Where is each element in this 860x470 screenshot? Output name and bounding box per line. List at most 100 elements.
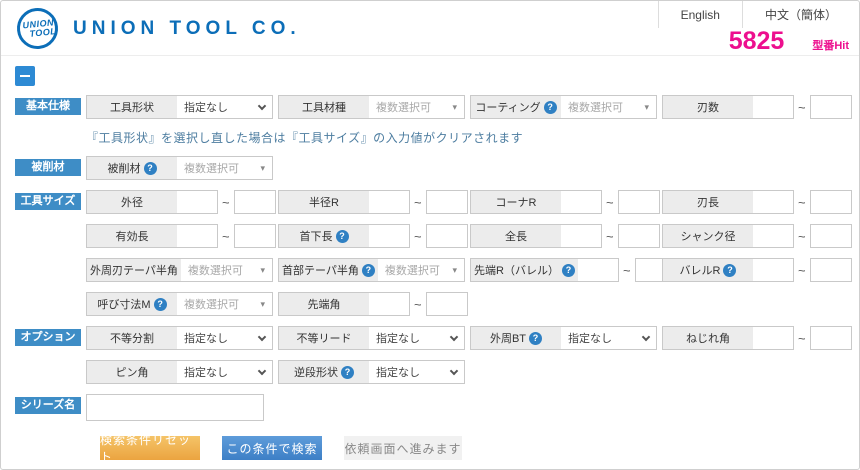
flute-length-max-input[interactable] xyxy=(810,190,852,214)
section-series-name: シリーズ名 xyxy=(15,394,851,421)
help-icon[interactable]: ? xyxy=(144,162,157,175)
under-neck-length-max-input[interactable] xyxy=(426,224,468,248)
outer-diameter-min-input[interactable] xyxy=(177,191,217,213)
field-label-text: 不等分割 xyxy=(110,330,154,346)
search-form: 基本仕様工具形状指定なし工具材種複数選択可▾コーティング?複数選択可▾刃数~『工… xyxy=(1,56,859,460)
nominal-size-m-dropdown[interactable]: 複数選択可▾ xyxy=(177,293,272,315)
tool-shape-dropdown[interactable]: 指定なし xyxy=(177,96,272,118)
field-under-neck-length: 首下長?~ xyxy=(278,224,470,248)
field-shank-diameter: シャンク径~ xyxy=(662,224,854,248)
peripheral-bt-label: 外周BT? xyxy=(471,327,561,349)
tip-r-barrel-min-input[interactable] xyxy=(578,259,618,281)
coating-value: 複数選択可 xyxy=(568,99,623,115)
helix-angle-min-input[interactable] xyxy=(753,327,793,349)
dropdown-arrow-icon: ▾ xyxy=(644,103,649,112)
field-label-text: 逆段形状 xyxy=(294,364,338,380)
helix-angle-max-input[interactable] xyxy=(810,326,852,350)
form-row: 有効長~首下長?~全長~シャンク径~ xyxy=(86,224,854,248)
chevron-down-icon xyxy=(258,366,266,374)
effective-length-max-input[interactable] xyxy=(234,224,276,248)
dropdown-arrow-icon: ▾ xyxy=(452,266,457,275)
search-button[interactable]: この条件で検索 xyxy=(222,436,322,460)
effective-length-min-input[interactable] xyxy=(177,225,217,247)
range-tilde: ~ xyxy=(414,195,422,210)
point-angle-max-input[interactable] xyxy=(426,292,468,316)
tool-material-dropdown[interactable]: 複数選択可▾ xyxy=(369,96,464,118)
radius-r-label: 半径R xyxy=(279,191,369,213)
flute-count-label: 刃数 xyxy=(663,96,753,118)
corner-r-min-input[interactable] xyxy=(561,191,601,213)
under-neck-length-label: 首下長? xyxy=(279,225,369,247)
unequal-division-dropdown[interactable]: 指定なし xyxy=(177,327,272,349)
field-label-text: 首下長 xyxy=(300,228,333,244)
field-barrel-r: バレルR?~ xyxy=(662,258,854,282)
logo[interactable]: UNION TOOL UNION TOOL CO. xyxy=(17,8,301,49)
field-label-text: 外周刃テーパ半角 xyxy=(90,262,178,278)
header: UNION TOOL UNION TOOL CO. English 中文（簡体）… xyxy=(1,1,859,56)
pin-angle-dropdown[interactable]: 指定なし xyxy=(177,361,272,383)
language-link-english[interactable]: English xyxy=(658,1,742,28)
range-tilde: ~ xyxy=(798,263,806,278)
point-angle-min-input[interactable] xyxy=(369,293,409,315)
peripheral-bt-dropdown[interactable]: 指定なし xyxy=(561,327,656,349)
flute-length-min-input[interactable] xyxy=(753,191,793,213)
overall-length-max-input[interactable] xyxy=(618,224,660,248)
help-icon[interactable]: ? xyxy=(336,230,349,243)
form-row: 不等分割指定なし不等リード指定なし外周BT?指定なしねじれ角~ xyxy=(86,326,854,350)
field-label-text: 呼び寸法M xyxy=(97,296,150,312)
barrel-r-min-input[interactable] xyxy=(753,259,793,281)
work-material-dropdown[interactable]: 複数選択可▾ xyxy=(177,157,272,179)
range-tilde: ~ xyxy=(798,229,806,244)
range-tilde: ~ xyxy=(606,195,614,210)
field-tip-r-barrel: 先端R（バレル）?~ xyxy=(470,258,662,282)
section-note: 『工具形状』を選択し直した場合は『工具サイズ』の入力値がクリアされます xyxy=(86,129,854,146)
help-icon[interactable]: ? xyxy=(529,332,542,345)
reverse-step-shape-label: 逆段形状? xyxy=(279,361,369,383)
range-tilde: ~ xyxy=(222,195,230,210)
section-badge-options: オプション xyxy=(15,329,81,346)
collapse-button[interactable] xyxy=(15,66,35,86)
tool-shape-label: 工具形状 xyxy=(87,96,177,118)
section-basic-spec: 基本仕様工具形状指定なし工具材種複数選択可▾コーティング?複数選択可▾刃数~『工… xyxy=(15,95,851,146)
range-tilde: ~ xyxy=(798,195,806,210)
work-material-label: 被削材? xyxy=(87,157,177,179)
language-link-chinese[interactable]: 中文（簡体） xyxy=(742,1,859,28)
shank-diameter-min-input[interactable] xyxy=(753,225,793,247)
help-icon[interactable]: ? xyxy=(154,298,167,311)
shank-diameter-max-input[interactable] xyxy=(810,224,852,248)
section-badge-tool-size: 工具サイズ xyxy=(15,193,81,210)
radius-r-max-input[interactable] xyxy=(426,190,468,214)
help-icon[interactable]: ? xyxy=(723,264,736,277)
field-label-text: コーナR xyxy=(496,194,537,210)
field-nominal-size-m: 呼び寸法M? 複数選択可▾ xyxy=(86,292,278,316)
proceed-button[interactable]: 依頼画面へ進みます xyxy=(344,436,462,460)
field-corner-r: コーナR ~ xyxy=(470,190,662,214)
chevron-down-icon xyxy=(450,366,458,374)
peripheral-taper-half-angle-dropdown[interactable]: 複数選択可▾ xyxy=(181,259,272,281)
section-badge-series-name: シリーズ名 xyxy=(15,397,81,414)
field-helix-angle: ねじれ角~ xyxy=(662,326,854,350)
overall-length-min-input[interactable] xyxy=(561,225,601,247)
flute-count-max-input[interactable] xyxy=(810,95,852,119)
help-icon[interactable]: ? xyxy=(362,264,375,277)
unequal-lead-dropdown[interactable]: 指定なし xyxy=(369,327,464,349)
dropdown-arrow-icon: ▾ xyxy=(452,103,457,112)
outer-diameter-max-input[interactable] xyxy=(234,190,276,214)
barrel-r-max-input[interactable] xyxy=(810,258,852,282)
corner-r-max-input[interactable] xyxy=(618,190,660,214)
section-options: オプション不等分割指定なし不等リード指定なし外周BT?指定なしねじれ角~ピン角指… xyxy=(15,326,851,384)
series-name-input[interactable] xyxy=(86,394,264,421)
reset-button[interactable]: 検索条件リセット xyxy=(100,436,200,460)
help-icon[interactable]: ? xyxy=(341,366,354,379)
help-icon[interactable]: ? xyxy=(544,101,557,114)
coating-dropdown[interactable]: 複数選択可 ▾ xyxy=(561,96,656,118)
under-neck-length-min-input[interactable] xyxy=(369,225,409,247)
neck-taper-half-angle-dropdown[interactable]: 複数選択可▾ xyxy=(378,259,464,281)
range-tilde: ~ xyxy=(606,229,614,244)
field-work-material: 被削材?複数選択可▾ xyxy=(86,156,278,180)
flute-count-min-input[interactable] xyxy=(753,96,793,118)
help-icon[interactable]: ? xyxy=(562,264,575,277)
reverse-step-shape-dropdown[interactable]: 指定なし xyxy=(369,361,464,383)
radius-r-min-input[interactable] xyxy=(369,191,409,213)
hit-count: 5825 xyxy=(729,28,785,54)
